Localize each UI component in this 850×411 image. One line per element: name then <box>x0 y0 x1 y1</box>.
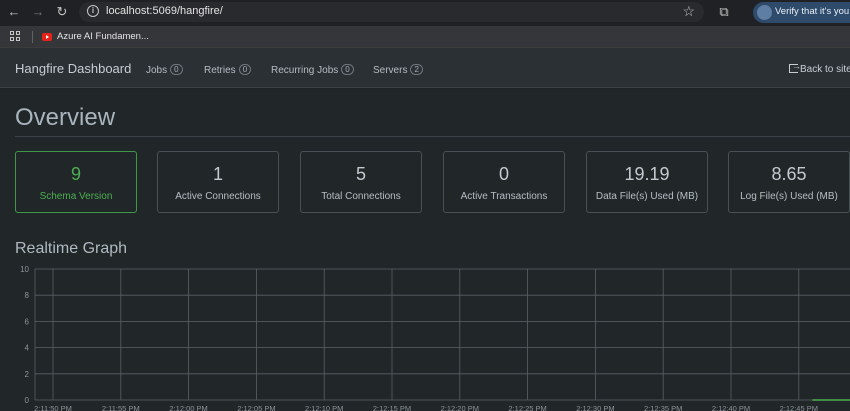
metric-label: Log File(s) Used (MB) <box>740 191 838 202</box>
browser-toolbar: ← → ↻ i localhost:5069/hangfire/ ☆ ⧉ Ver… <box>0 0 850 26</box>
x-tick-label: 2:11:55 PM <box>102 404 140 411</box>
metric-value: 19.19 <box>624 164 670 184</box>
nav-recurring-jobs[interactable]: Recurring Jobs 0 <box>271 64 354 76</box>
x-tick-label: 2:12:35 PM <box>644 404 682 411</box>
avatar <box>757 5 772 20</box>
y-tick-label: 10 <box>20 265 29 274</box>
y-tick-label: 4 <box>25 344 30 353</box>
metric-label: Data File(s) Used (MB) <box>595 191 699 202</box>
nav-retries[interactable]: Retries 0 <box>204 64 252 76</box>
site-info-icon[interactable]: i <box>87 5 99 17</box>
nav-retries-label: Retries <box>204 65 236 76</box>
metric-card-active-connections: 1 Active Connections <box>157 151 279 213</box>
metric-card-active-transactions: 0 Active Transactions <box>443 151 565 213</box>
brand-link[interactable]: Hangfire Dashboard <box>15 61 131 76</box>
metric-value: 9 <box>70 164 81 184</box>
x-tick-label: 2:12:45 PM <box>780 404 818 411</box>
reload-icon[interactable]: ↻ <box>54 4 70 20</box>
metric-label: Schema Version <box>39 191 113 202</box>
address-url[interactable]: localhost:5069/hangfire/ <box>106 5 223 17</box>
metric-value: 1 <box>212 164 223 184</box>
x-tick-label: 2:12:30 PM <box>576 404 614 411</box>
x-tick-label: 2:12:10 PM <box>305 404 343 411</box>
y-tick-label: 0 <box>25 396 30 405</box>
nav-recurring-label: Recurring Jobs <box>271 65 339 76</box>
bookmarks-bar: Azure AI Fundamen... <box>0 26 850 48</box>
metric-label: Total Connections <box>321 191 401 202</box>
x-tick-label: 2:12:25 PM <box>508 404 546 411</box>
metric-value: 0 <box>498 164 509 184</box>
metric-card-log-file-used: 8.65 Log File(s) Used (MB) <box>728 151 850 213</box>
y-tick-label: 6 <box>25 317 30 326</box>
metric-card-data-file-used: 19.19 Data File(s) Used (MB) <box>586 151 708 213</box>
retries-count-badge: 0 <box>238 64 252 75</box>
apps-grid-icon[interactable] <box>10 31 21 42</box>
title-divider <box>15 136 850 137</box>
nav-servers-label: Servers <box>373 65 408 76</box>
forward-arrow-icon[interactable]: → <box>30 4 46 20</box>
page-title: Overview <box>15 104 116 131</box>
address-bar[interactable]: i localhost:5069/hangfire/ ☆ <box>79 2 704 22</box>
bookmark-azure-ai[interactable]: Azure AI Fundamen... <box>57 31 149 42</box>
x-tick-label: 2:12:00 PM <box>169 404 207 411</box>
exit-icon <box>789 61 801 73</box>
youtube-icon <box>42 33 52 41</box>
verify-account-button[interactable]: Verify that it's you <box>753 2 850 23</box>
realtime-graph-title: Realtime Graph <box>15 240 128 257</box>
y-tick-label: 2 <box>25 370 30 379</box>
verify-label: Verify that it's you <box>775 6 850 17</box>
jobs-count-badge: 0 <box>170 64 183 75</box>
back-to-site-link[interactable]: Back to site <box>789 61 850 75</box>
recurring-count-badge: 0 <box>341 64 354 75</box>
x-tick-label: 2:12:15 PM <box>373 404 411 411</box>
metric-card-schema-version: 9 Schema Version <box>15 151 137 213</box>
metric-value: 5 <box>355 164 366 184</box>
nav-jobs-label: Jobs <box>146 65 168 76</box>
page-content: Overview 9 Schema Version 1 Active Conne… <box>0 89 850 411</box>
nav-jobs[interactable]: Jobs 0 <box>146 64 183 76</box>
extensions-icon[interactable]: ⧉ <box>716 4 732 20</box>
nav-servers[interactable]: Servers 2 <box>373 64 423 76</box>
y-tick-label: 8 <box>25 291 30 300</box>
metric-card-total-connections: 5 Total Connections <box>300 151 422 213</box>
bookmark-star-icon[interactable]: ☆ <box>682 3 695 20</box>
servers-count-badge: 2 <box>410 64 423 75</box>
back-label: Back to site <box>800 64 850 75</box>
x-tick-label: 2:12:05 PM <box>237 404 275 411</box>
x-tick-label: 2:12:40 PM <box>712 404 750 411</box>
x-tick-label: 2:11:50 PM <box>34 404 72 411</box>
metric-value: 8.65 <box>771 164 807 184</box>
metric-label: Active Connections <box>175 191 261 202</box>
bookmarks-divider <box>32 31 33 43</box>
back-arrow-icon[interactable]: ← <box>6 4 22 20</box>
hangfire-navbar: Hangfire Dashboard Jobs 0 Retries 0 Recurr… <box>0 48 850 88</box>
metric-label: Active Transactions <box>460 191 548 202</box>
x-tick-label: 2:12:20 PM <box>441 404 479 411</box>
realtime-graph: 0 2 4 6 8 10 2:11:50 PM 2:11:55 PM 2:12:00 PM 2:1… <box>20 265 850 411</box>
